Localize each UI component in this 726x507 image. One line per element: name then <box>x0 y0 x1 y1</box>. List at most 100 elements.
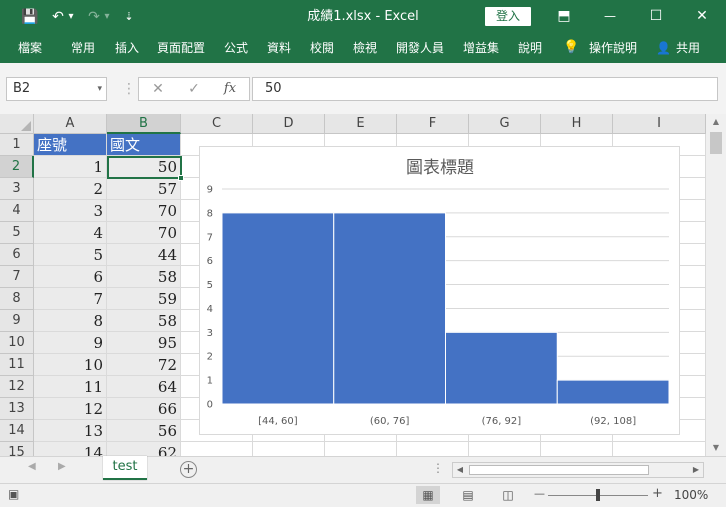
column-header-b[interactable]: B <box>107 114 181 134</box>
histogram-bar[interactable] <box>556 379 670 405</box>
cell-g15[interactable] <box>469 442 541 456</box>
cell-a5[interactable]: 4 <box>34 222 107 244</box>
zoom-slider-thumb[interactable] <box>596 489 600 501</box>
cell-b11[interactable]: 72 <box>107 354 181 376</box>
macro-record-icon[interactable]: ▣ <box>8 487 19 501</box>
undo-icon[interactable]: ↶ <box>50 7 66 27</box>
cell-c15[interactable] <box>181 442 253 456</box>
row-header-12[interactable]: 12 <box>0 376 34 398</box>
cell-b12[interactable]: 64 <box>107 376 181 398</box>
cell-a8[interactable]: 7 <box>34 288 107 310</box>
redo-icon[interactable]: ↷ <box>86 7 102 27</box>
cell-b10[interactable]: 95 <box>107 332 181 354</box>
cancel-icon[interactable]: ✕ <box>146 77 170 101</box>
cell-b6[interactable]: 44 <box>107 244 181 266</box>
cell-b9[interactable]: 58 <box>107 310 181 332</box>
formula-bar-separator-icon[interactable]: ⋮ <box>122 77 136 101</box>
row-header-5[interactable]: 5 <box>0 222 34 244</box>
zoom-level[interactable]: 100% <box>674 488 708 502</box>
select-all-corner[interactable] <box>0 114 34 134</box>
tab-insert[interactable]: 插入 <box>115 33 139 63</box>
tab-file[interactable]: 檔案 <box>18 33 42 63</box>
tab-view[interactable]: 檢視 <box>353 33 377 63</box>
tab-developer[interactable]: 開發人員 <box>396 33 444 63</box>
column-header-h[interactable]: H <box>541 114 613 134</box>
cell-a2[interactable]: 1 <box>34 156 107 178</box>
cell-h15[interactable] <box>541 442 613 456</box>
fill-handle[interactable] <box>178 175 184 181</box>
histogram-bar[interactable] <box>445 331 558 405</box>
zoom-in-button[interactable]: + <box>652 486 663 501</box>
chart-title[interactable]: 圖表標題 <box>406 158 474 178</box>
close-button[interactable]: ✕ <box>679 0 725 33</box>
cell-b3[interactable]: 57 <box>107 178 181 200</box>
scroll-right-icon[interactable]: ▶ <box>689 463 703 477</box>
row-header-7[interactable]: 7 <box>0 266 34 288</box>
zoom-out-button[interactable]: — <box>534 487 545 500</box>
add-sheet-icon[interactable]: + <box>180 461 197 478</box>
cell-b15[interactable]: 62 <box>107 442 181 456</box>
column-header-g[interactable]: G <box>469 114 541 134</box>
row-header-14[interactable]: 14 <box>0 420 34 442</box>
row-header-15[interactable]: 15 <box>0 442 34 456</box>
vertical-scrollbar[interactable]: ▲ ▼ <box>706 114 726 456</box>
tab-split-handle-icon[interactable]: ⋮ <box>432 461 444 475</box>
customize-quick-access-icon[interactable]: ⇣ <box>122 7 136 27</box>
row-header-8[interactable]: 8 <box>0 288 34 310</box>
share-button[interactable]: 共用 <box>676 33 700 63</box>
cell-a14[interactable]: 13 <box>34 420 107 442</box>
column-header-a[interactable]: A <box>34 114 107 134</box>
cell-a4[interactable]: 3 <box>34 200 107 222</box>
undo-dropdown-icon[interactable]: ▾ <box>66 7 76 27</box>
cell-a6[interactable]: 5 <box>34 244 107 266</box>
cell-f15[interactable] <box>397 442 469 456</box>
column-header-e[interactable]: E <box>325 114 397 134</box>
row-header-6[interactable]: 6 <box>0 244 34 266</box>
row-header-13[interactable]: 13 <box>0 398 34 420</box>
column-header-c[interactable]: C <box>181 114 253 134</box>
cell-a9[interactable]: 8 <box>34 310 107 332</box>
cell-i15[interactable] <box>613 442 706 456</box>
cell-a15[interactable]: 14 <box>34 442 107 456</box>
tab-data[interactable]: 資料 <box>267 33 291 63</box>
minimize-button[interactable]: — <box>587 0 633 33</box>
cell-b5[interactable]: 70 <box>107 222 181 244</box>
insert-function-icon[interactable]: fx <box>218 77 242 101</box>
tab-home[interactable]: 常用 <box>71 33 95 63</box>
row-header-11[interactable]: 11 <box>0 354 34 376</box>
row-header-9[interactable]: 9 <box>0 310 34 332</box>
tab-help[interactable]: 說明 <box>518 33 542 63</box>
cell-b13[interactable]: 66 <box>107 398 181 420</box>
sheet-tab-test[interactable]: test <box>103 456 147 480</box>
redo-dropdown-icon[interactable]: ▾ <box>102 7 112 27</box>
cell-b8[interactable]: 59 <box>107 288 181 310</box>
histogram-chart[interactable]: 圖表標題 0 1 2 3 4 5 6 7 8 9 [44, 60] (60, 76] (76, 92] (… <box>199 146 680 435</box>
cell-b7[interactable]: 58 <box>107 266 181 288</box>
page-break-preview-icon[interactable]: ◫ <box>496 486 520 504</box>
row-header-10[interactable]: 10 <box>0 332 34 354</box>
histogram-bar[interactable] <box>333 212 446 405</box>
cell-d15[interactable] <box>253 442 325 456</box>
row-header-4[interactable]: 4 <box>0 200 34 222</box>
horizontal-scrollbar[interactable]: ◀ ▶ <box>452 462 704 478</box>
row-header-2[interactable]: 2 <box>0 156 34 178</box>
maximize-button[interactable]: ☐ <box>633 0 679 33</box>
ribbon-display-options-icon[interactable]: ⬒ <box>541 0 587 33</box>
tab-add-ins[interactable]: 增益集 <box>463 33 499 63</box>
sign-in-button[interactable]: 登入 <box>485 7 531 26</box>
tab-review[interactable]: 校閱 <box>310 33 334 63</box>
cell-b4[interactable]: 70 <box>107 200 181 222</box>
scroll-left-icon[interactable]: ◀ <box>453 463 467 477</box>
page-layout-view-icon[interactable]: ▤ <box>456 486 480 504</box>
cell-a12[interactable]: 11 <box>34 376 107 398</box>
column-header-f[interactable]: F <box>397 114 469 134</box>
column-header-i[interactable]: I <box>613 114 706 134</box>
cell-e15[interactable] <box>325 442 397 456</box>
cell-a13[interactable]: 12 <box>34 398 107 420</box>
scroll-up-icon[interactable]: ▲ <box>706 114 726 130</box>
vertical-scroll-thumb[interactable] <box>710 132 722 154</box>
cell-b1[interactable]: 國文 <box>107 134 181 156</box>
cell-b2[interactable]: 50 <box>107 156 181 178</box>
cell-a10[interactable]: 9 <box>34 332 107 354</box>
tell-me-search[interactable]: 操作說明 <box>589 33 637 63</box>
